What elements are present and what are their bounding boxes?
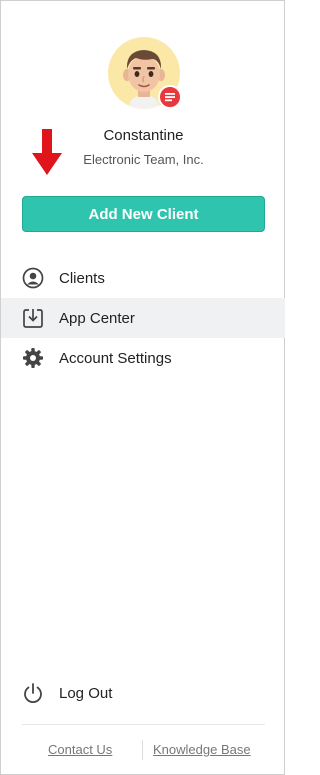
logout-button[interactable]: Log Out bbox=[1, 673, 285, 713]
footer-links: Contact Us Knowledge Base bbox=[1, 740, 286, 760]
knowledge-base-link[interactable]: Knowledge Base bbox=[153, 742, 251, 757]
sidebar-item-label: App Center bbox=[59, 309, 135, 327]
add-new-client-button[interactable]: Add New Client bbox=[22, 196, 265, 232]
download-box-icon bbox=[22, 307, 44, 329]
footer-separator bbox=[142, 740, 143, 760]
user-name: Constantine bbox=[103, 127, 184, 144]
sidebar-item-label: Account Settings bbox=[59, 349, 172, 367]
sidebar-panel: Constantine Electronic Team, Inc. Add Ne… bbox=[0, 0, 285, 775]
gear-icon bbox=[22, 347, 44, 369]
power-icon bbox=[22, 682, 44, 704]
brand-badge-icon bbox=[158, 85, 182, 109]
sidebar-item-account-settings[interactable]: Account Settings bbox=[1, 338, 285, 378]
sidebar-item-clients[interactable]: Clients bbox=[1, 258, 285, 298]
user-circle-icon bbox=[22, 267, 44, 289]
footer-divider bbox=[22, 724, 265, 725]
sidebar-item-label: Clients bbox=[59, 269, 105, 287]
sidebar-item-app-center[interactable]: App Center bbox=[1, 298, 285, 338]
avatar[interactable] bbox=[108, 37, 182, 109]
contact-us-link[interactable]: Contact Us bbox=[48, 742, 112, 757]
sidebar-nav: Clients App Center Account Settings bbox=[1, 258, 285, 378]
logout-label: Log Out bbox=[59, 684, 113, 702]
user-company: Electronic Team, Inc. bbox=[83, 152, 204, 167]
